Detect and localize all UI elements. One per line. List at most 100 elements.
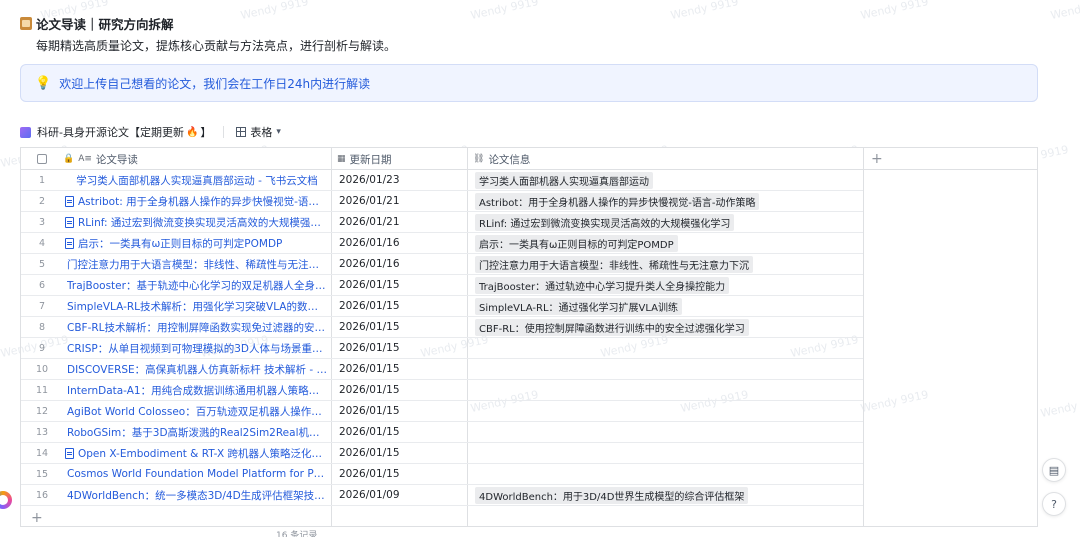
table-row[interactable]: 6 TrajBooster：基于轨迹中心化学习的双足机器人全身操作... 2026/…	[21, 275, 863, 296]
page-subtitle: 每期精选高质量论文，提炼核心贡献与方法亮点，进行剖析与解读。	[36, 39, 397, 53]
table-row[interactable]: 1 学习类人面部机器人实现逼真唇部运动 - 飞书云文档 2026/01/23 学习类人…	[21, 170, 863, 191]
help-icon[interactable]: ?	[1042, 492, 1066, 516]
paper-title-link[interactable]: TrajBooster：基于轨迹中心化学习的双足机器人全身操作...	[63, 275, 331, 295]
table-row[interactable]: 5 门控注意力用于大语言模型：非线性、稀疏性与无注意力下沉... 2026/01/1…	[21, 254, 863, 275]
table-row[interactable]: 9 CRISP：从单目视频到可物理模拟的3D人体与场景重建技术解... 2026/0…	[21, 338, 863, 359]
paper-info-cell[interactable]	[473, 338, 863, 358]
paper-title-link[interactable]: CBF-RL技术解析：用控制屏障函数实现免过滤器的安全策略...	[63, 317, 331, 337]
paper-info-tag: 学习类人面部机器人实现逼真唇部运动	[475, 171, 653, 189]
update-date: 2026/01/15	[339, 405, 400, 417]
update-date: 2026/01/16	[339, 258, 400, 270]
row-index: 1	[38, 174, 46, 186]
paper-info-cell[interactable]	[473, 380, 863, 400]
paper-info-cell[interactable]: Astribot：用于全身机器人操作的异步快慢视觉-语言-动作策略	[473, 191, 863, 211]
chevron-down-icon: ▾	[276, 127, 281, 137]
paper-info-cell[interactable]: 启示：一类具有ω正则目标的可判定POMDP	[473, 233, 863, 253]
paper-title-text: Astribot: 用于全身机器人操作的异步快慢视觉-语言-动作策...	[78, 195, 327, 208]
update-date: 2026/01/15	[339, 279, 400, 291]
row-index: 6	[38, 279, 46, 291]
assistant-icon[interactable]	[0, 491, 12, 509]
column-date-label: 更新日期	[349, 153, 392, 166]
document-icon	[65, 216, 74, 228]
paper-info-tag: 门控注意力用于大语言模型：非线性、稀疏性与无注意力下沉	[475, 255, 753, 273]
select-all-checkbox[interactable]	[37, 148, 47, 170]
watermark: Wendy 9919	[469, 0, 540, 23]
upload-callout: 💡 欢迎上传自己想看的论文，我们会在工作日24h内进行解读	[20, 64, 1038, 102]
row-index: 9	[38, 342, 46, 354]
update-date: 2026/01/15	[339, 363, 400, 375]
view-name-suffix: 】	[200, 126, 212, 139]
update-date: 2026/01/09	[339, 489, 400, 501]
paper-title-text: Open X-Embodiment & RT-X 跨机器人策略泛化技术解析	[78, 447, 327, 460]
watermark: Wendy 9919	[1039, 393, 1080, 421]
paper-title-link[interactable]: 学习类人面部机器人实现逼真唇部运动 - 飞书云文档	[63, 170, 331, 190]
paper-info-cell[interactable]: 学习类人面部机器人实现逼真唇部运动	[473, 170, 863, 190]
paper-info-cell[interactable]	[473, 359, 863, 379]
column-header-info[interactable]: ⛓ 论文信息	[473, 148, 530, 170]
scroll-icon	[20, 17, 32, 30]
paper-info-cell[interactable]: 门控注意力用于大语言模型：非线性、稀疏性与无注意力下沉	[473, 254, 863, 274]
paper-info-cell[interactable]: RLinf: 通过宏到微流变换实现灵活高效的大规模强化学习	[473, 212, 863, 232]
add-column-button[interactable]: +	[871, 148, 883, 170]
paper-title-link[interactable]: RLinf: 通过宏到微流变换实现灵活高效的大规模强化学习	[63, 212, 331, 232]
paper-title-text: 4DWorldBench：统一多模态3D/4D生成评估框架技术解析 - ...	[67, 489, 327, 502]
page-title: 论文导读｜研究方向拆解	[36, 17, 174, 32]
table-row[interactable]: 16 4DWorldBench：统一多模态3D/4D生成评估框架技术解析 - ..…	[21, 485, 863, 506]
paper-info-cell[interactable]: TrajBooster：通过轨迹中心学习提升类人全身操控能力	[473, 275, 863, 295]
watermark: Wendy 9919	[859, 0, 930, 23]
table-row[interactable]: 3 RLinf: 通过宏到微流变换实现灵活高效的大规模强化学习 2026/01/21…	[21, 212, 863, 233]
paper-info-cell[interactable]	[473, 464, 863, 484]
paper-title-text: 学习类人面部机器人实现逼真唇部运动 - 飞书云文档	[76, 174, 318, 187]
row-index: 10	[35, 363, 49, 375]
paper-title-link[interactable]: Cosmos World Foundation Model Platform f…	[63, 464, 331, 484]
table-row[interactable]: 12 AgiBot World Colosseo：百万轨迹双足机器人操作平台技术.…	[21, 401, 863, 422]
column-header-date[interactable]: ▦ 更新日期	[337, 148, 392, 170]
paper-title-link[interactable]: Astribot: 用于全身机器人操作的异步快慢视觉-语言-动作策...	[63, 191, 331, 211]
paper-info-cell[interactable]: SimpleVLA-RL：通过强化学习扩展VLA训练	[473, 296, 863, 316]
table-row[interactable]: 8 CBF-RL技术解析：用控制屏障函数实现免过滤器的安全策略... 2026/01…	[21, 317, 863, 338]
paper-title-text: 启示：一类具有ω正则目标的可判定POMDP	[78, 237, 283, 250]
lightbulb-icon: 💡	[35, 75, 52, 91]
paper-info-cell[interactable]: CBF-RL：使用控制屏障函数进行训练中的安全过滤强化学习	[473, 317, 863, 337]
template-icon[interactable]: ▤	[1042, 458, 1066, 482]
paper-title-link[interactable]: InternData-A1：用纯合成数据训练通用机器人策略的技术...	[63, 380, 331, 400]
table-row[interactable]: 4 启示：一类具有ω正则目标的可判定POMDP 2026/01/16 启示：一类具有ω…	[21, 233, 863, 254]
paper-title-link[interactable]: AgiBot World Colosseo：百万轨迹双足机器人操作平台技术...	[63, 401, 331, 421]
table-row[interactable]: 11 InternData-A1：用纯合成数据训练通用机器人策略的技术... 202…	[21, 380, 863, 401]
row-index: 12	[35, 405, 49, 417]
paper-title-link[interactable]: 4DWorldBench：统一多模态3D/4D生成评估框架技术解析 - ...	[63, 485, 331, 505]
row-index: 15	[35, 468, 49, 480]
paper-title-link[interactable]: 启示：一类具有ω正则目标的可判定POMDP	[63, 233, 331, 253]
table-row[interactable]: 13 RoboGSim：基于3D高斯泼溅的Real2Sim2Real机器人仿真..…	[21, 422, 863, 443]
row-index: 11	[35, 384, 49, 396]
paper-info-cell[interactable]: 4DWorldBench：用于3D/4D世界生成模型的综合评估框架	[473, 485, 863, 505]
row-index: 16	[35, 489, 49, 501]
column-header-title[interactable]: 🔒 A≡ 论文导读	[63, 148, 138, 170]
paper-title-text: DISCOVERSE：高保真机器人仿真新标杆 技术解析 - 飞书云...	[67, 363, 327, 376]
paper-info-cell[interactable]	[473, 422, 863, 442]
paper-title-link[interactable]: CRISP：从单目视频到可物理模拟的3D人体与场景重建技术解...	[63, 338, 331, 358]
table-row[interactable]: 10 DISCOVERSE：高保真机器人仿真新标杆 技术解析 - 飞书云... 20…	[21, 359, 863, 380]
table-row[interactable]: 15 Cosmos World Foundation Model Platform…	[21, 464, 863, 485]
update-date: 2026/01/15	[339, 384, 400, 396]
column-title-label: 论文导读	[95, 153, 138, 166]
paper-title-text: CBF-RL技术解析：用控制屏障函数实现免过滤器的安全策略...	[67, 321, 327, 334]
row-index: 4	[38, 237, 46, 249]
update-date: 2026/01/23	[339, 174, 400, 186]
paper-title-link[interactable]: 门控注意力用于大语言模型：非线性、稀疏性与无注意力下沉...	[63, 254, 331, 274]
paper-info-tag: Astribot：用于全身机器人操作的异步快慢视觉-语言-动作策略	[475, 192, 760, 210]
row-index: 7	[38, 300, 46, 312]
paper-title-link[interactable]: RoboGSim：基于3D高斯泼溅的Real2Sim2Real机器人仿真...	[63, 422, 331, 442]
view-type-switch[interactable]: 表格 ▾	[236, 124, 281, 140]
add-row-button[interactable]: +	[31, 510, 43, 526]
paper-title-link[interactable]: DISCOVERSE：高保真机器人仿真新标杆 技术解析 - 飞书云...	[63, 359, 331, 379]
paper-info-cell[interactable]	[473, 401, 863, 421]
paper-title-link[interactable]: SimpleVLA-RL技术解析：用强化学习突破VLA的数据瓶颈 - 飞...	[63, 296, 331, 316]
view-name-group[interactable]: 科研-具身开源论文【定期更新 🔥 】	[37, 124, 211, 140]
table-row[interactable]: 14 Open X-Embodiment & RT-X 跨机器人策略泛化技术解析 2…	[21, 443, 863, 464]
row-index: 5	[38, 258, 46, 270]
table-row[interactable]: 2 Astribot: 用于全身机器人操作的异步快慢视觉-语言-动作策... 202…	[21, 191, 863, 212]
paper-info-cell[interactable]	[473, 443, 863, 463]
paper-title-link[interactable]: Open X-Embodiment & RT-X 跨机器人策略泛化技术解析	[63, 443, 331, 463]
table-row[interactable]: 7 SimpleVLA-RL技术解析：用强化学习突破VLA的数据瓶颈 - 飞...…	[21, 296, 863, 317]
